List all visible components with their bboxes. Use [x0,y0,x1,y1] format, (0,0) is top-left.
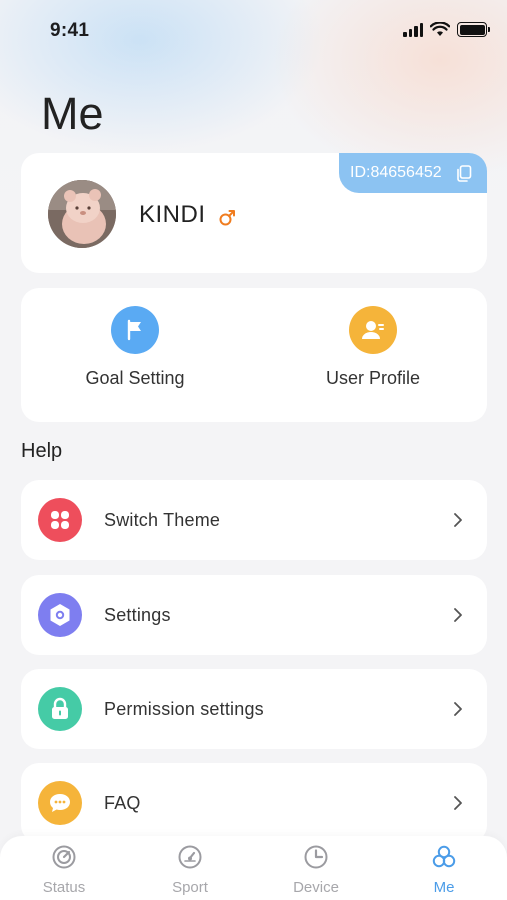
male-gender-icon [219,210,235,226]
profile-card[interactable]: ID:84656452 KINDI [21,153,487,273]
settings-label: Settings [104,604,171,625]
tab-device[interactable]: Device [276,844,356,896]
user-profile-label: User Profile [325,368,421,388]
list-item-permission-settings[interactable]: Permission settings [21,669,487,749]
user-profile-button[interactable]: User Profile [293,306,453,389]
goal-setting-label: Goal Setting [85,368,185,388]
tab-sport[interactable]: Sport [150,844,230,896]
chat-icon [38,781,82,825]
bottom-tab-bar: Status Sport Device Me [0,836,507,900]
tab-sport-label: Sport [172,879,208,896]
goal-setting-button[interactable]: Goal Setting [55,306,215,389]
user-card-icon [349,306,397,354]
user-id-label: ID:84656452 [350,164,442,181]
status-time: 9:41 [50,20,90,41]
lock-icon [38,687,82,731]
chevron-right-icon [454,513,462,527]
tab-status[interactable]: Status [24,844,104,896]
tab-device-label: Device [293,879,339,896]
permission-settings-label: Permission settings [104,698,264,719]
quick-actions-card: Goal Setting User Profile [21,288,487,422]
cellular-signal-icon [403,22,423,37]
battery-icon [457,22,490,37]
list-item-faq[interactable]: FAQ [21,763,487,843]
status-bar: 9:41 [0,0,507,62]
list-item-settings[interactable]: Settings [21,575,487,655]
gauge-icon [52,845,76,869]
circles-icon [432,845,456,868]
user-id-tag[interactable]: ID:84656452 [339,153,487,193]
settings-icon [38,593,82,637]
tab-me[interactable]: Me [404,844,484,896]
user-name: KINDI [139,201,206,228]
tab-me-label: Me [433,879,455,896]
status-icons [403,22,490,37]
tab-status-label: Status [42,879,86,896]
copy-icon[interactable] [456,164,472,182]
help-section-title: Help [21,440,63,462]
list-item-switch-theme[interactable]: Switch Theme [21,480,487,560]
switch-theme-label: Switch Theme [104,509,221,530]
theme-icon [38,498,82,542]
chevron-right-icon [454,608,462,622]
page-title: Me [41,88,104,139]
speedometer-icon [178,845,202,869]
faq-label: FAQ [104,792,141,813]
chevron-right-icon [454,702,462,716]
clock-icon [304,845,328,869]
wifi-icon [430,22,450,36]
chevron-right-icon [454,796,462,810]
flag-icon [111,306,159,354]
avatar[interactable] [48,180,116,248]
